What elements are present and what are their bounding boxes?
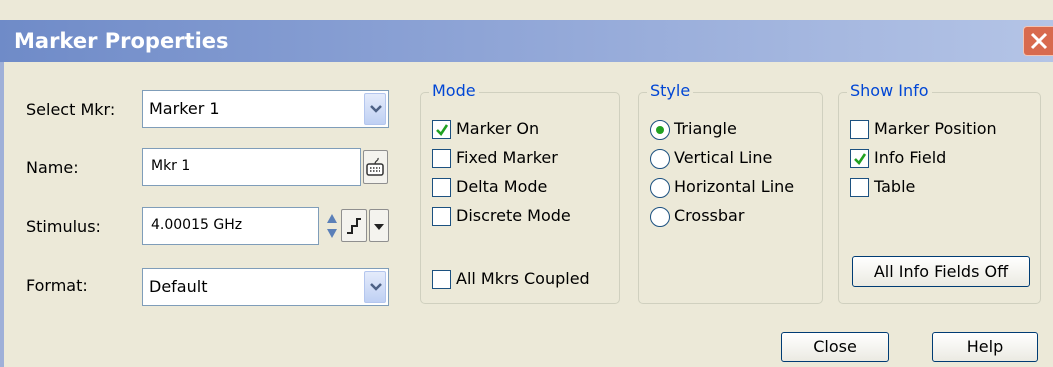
- stimulus-label: Stimulus:: [26, 217, 101, 236]
- mode-group-title: Mode: [429, 81, 479, 100]
- radio-circle[interactable]: [650, 149, 670, 169]
- name-value: Mkr 1: [151, 158, 191, 174]
- vertical-line-label: Vertical Line: [674, 148, 773, 167]
- marker-position-label: Marker Position: [874, 119, 997, 138]
- checkbox-box[interactable]: [850, 178, 869, 197]
- radio-circle[interactable]: [650, 120, 670, 140]
- select-mkr-value: Marker 1: [149, 99, 220, 118]
- name-input[interactable]: Mkr 1: [142, 148, 361, 186]
- step-icon: [347, 218, 361, 234]
- fixed-marker-label: Fixed Marker: [456, 148, 558, 167]
- keyboard-button[interactable]: [363, 150, 388, 184]
- radio-circle[interactable]: [650, 207, 670, 227]
- keyboard-icon: [366, 157, 384, 176]
- select-mkr-dropdown[interactable]: Marker 1: [142, 90, 389, 128]
- checkbox-box[interactable]: [432, 178, 451, 197]
- triangle-label: Triangle: [674, 119, 737, 138]
- format-dropdown[interactable]: Default: [142, 268, 389, 306]
- marker-properties-dialog: Marker Properties Select Mkr: Marker 1 N…: [0, 0, 1053, 367]
- checkbox-box[interactable]: [432, 120, 451, 139]
- style-group-title: Style: [647, 81, 694, 100]
- checkbox-box[interactable]: [432, 270, 451, 289]
- spin-up-down-icon: [327, 214, 337, 238]
- format-dropdown-button[interactable]: [364, 271, 386, 303]
- select-mkr-label: Select Mkr:: [26, 100, 116, 119]
- stimulus-input[interactable]: 4.00015 GHz: [142, 207, 319, 245]
- select-mkr-dropdown-button[interactable]: [364, 93, 386, 125]
- radio-circle[interactable]: [650, 178, 670, 198]
- table-label: Table: [874, 177, 916, 196]
- checkbox-box[interactable]: [432, 207, 451, 226]
- info-field-label: Info Field: [874, 148, 947, 167]
- stimulus-value: 4.00015 GHz: [151, 217, 243, 233]
- title-bar[interactable]: Marker Properties: [0, 20, 1053, 62]
- show-info-group-title: Show Info: [847, 81, 932, 100]
- close-icon: [1030, 32, 1048, 50]
- dialog-title: Marker Properties: [14, 29, 229, 53]
- all-mkrs-coupled-label: All Mkrs Coupled: [456, 269, 590, 288]
- name-label: Name:: [26, 158, 79, 177]
- step-button[interactable]: [341, 209, 367, 242]
- stimulus-spinner[interactable]: [325, 211, 339, 241]
- checkbox-box[interactable]: [432, 149, 451, 168]
- horizontal-line-label: Horizontal Line: [674, 177, 795, 196]
- delta-mode-label: Delta Mode: [456, 177, 548, 196]
- crossbar-label: Crossbar: [674, 206, 745, 225]
- window-close-button[interactable]: [1023, 26, 1053, 56]
- checkbox-box[interactable]: [850, 120, 869, 139]
- help-button[interactable]: Help: [932, 332, 1038, 362]
- chevron-down-icon: [370, 105, 382, 113]
- caret-down-icon: [374, 224, 384, 230]
- discrete-mode-label: Discrete Mode: [456, 206, 571, 225]
- chevron-down-icon: [370, 283, 382, 291]
- window-border: [0, 62, 4, 367]
- close-button[interactable]: Close: [781, 332, 889, 362]
- radio-selected-dot: [656, 126, 664, 134]
- step-dropdown-button[interactable]: [369, 209, 389, 242]
- format-value: Default: [149, 277, 208, 296]
- check-icon: [436, 124, 449, 137]
- format-label: Format:: [26, 276, 88, 295]
- all-info-fields-off-button[interactable]: All Info Fields Off: [852, 256, 1030, 287]
- check-icon: [854, 153, 867, 166]
- checkbox-box[interactable]: [850, 149, 869, 168]
- marker-on-label: Marker On: [456, 119, 540, 138]
